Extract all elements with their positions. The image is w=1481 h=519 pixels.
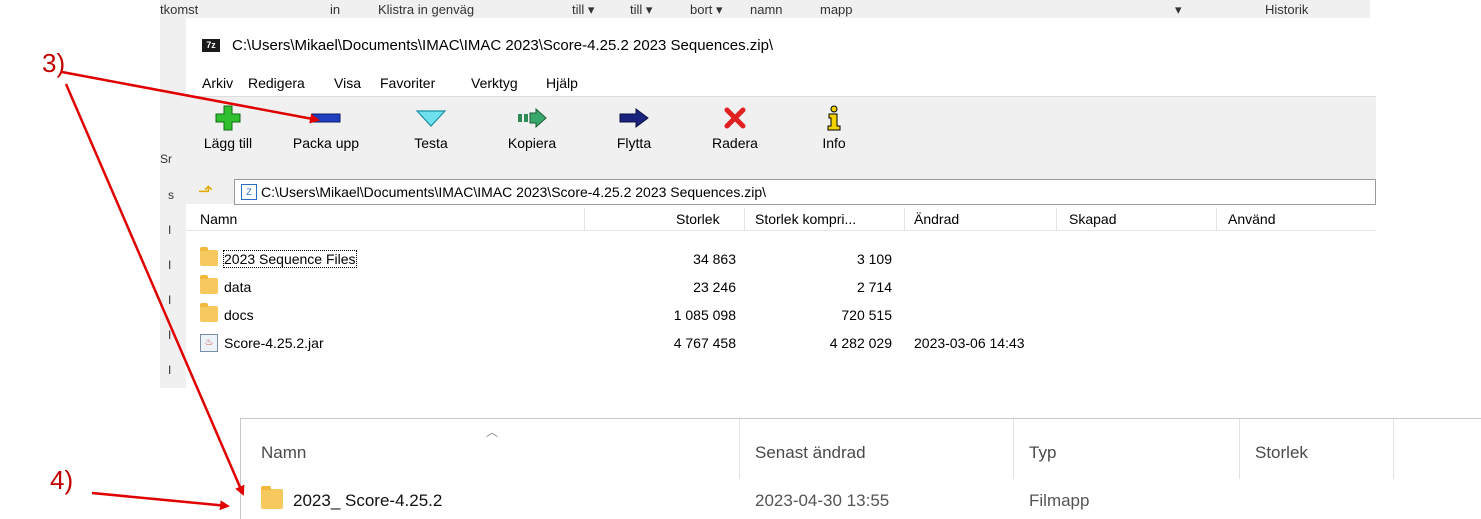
- annotation-arrows: [61, 70, 320, 511]
- arrow-step4-to-folder: [91, 491, 230, 511]
- arrow-step3-to-extract: [61, 70, 320, 124]
- arrow-step3-to-folder: [64, 83, 245, 496]
